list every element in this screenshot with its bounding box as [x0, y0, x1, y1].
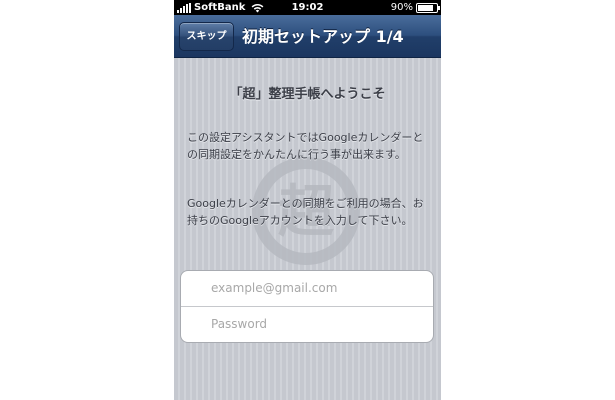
skip-button[interactable]: スキップ: [179, 22, 234, 51]
intro-text: この設定アシスタントではGoogleカレンダーとの同期設定をかんたんに行う事が出…: [187, 131, 424, 161]
status-right: 90%: [390, 0, 440, 15]
navigation-bar: スキップ 初期セットアップ 1/4: [174, 15, 441, 58]
phone-screen: SoftBank 19:02 90% スキップ 初期セットアップ 1/4 超 「…: [174, 0, 441, 400]
email-field-row: [181, 271, 433, 307]
email-field[interactable]: [209, 280, 423, 296]
password-field[interactable]: [209, 316, 423, 332]
account-instruction-text: Googleカレンダーとの同期をご利用の場合、お持ちのGoogleアカウントを入…: [187, 197, 424, 227]
status-bar: SoftBank 19:02 90%: [174, 0, 441, 15]
nav-title: 初期セットアップ 1/4: [242, 27, 404, 46]
password-field-row: [181, 307, 433, 342]
login-form: [180, 270, 434, 343]
welcome-heading: 「超」整理手帳へようこそ: [229, 87, 386, 102]
setup-content: 超 「超」整理手帳へようこそ この設定アシスタントではGoogleカレンダーとの…: [174, 58, 441, 400]
battery-icon: [416, 2, 440, 13]
battery-percent: 90%: [390, 2, 413, 13]
